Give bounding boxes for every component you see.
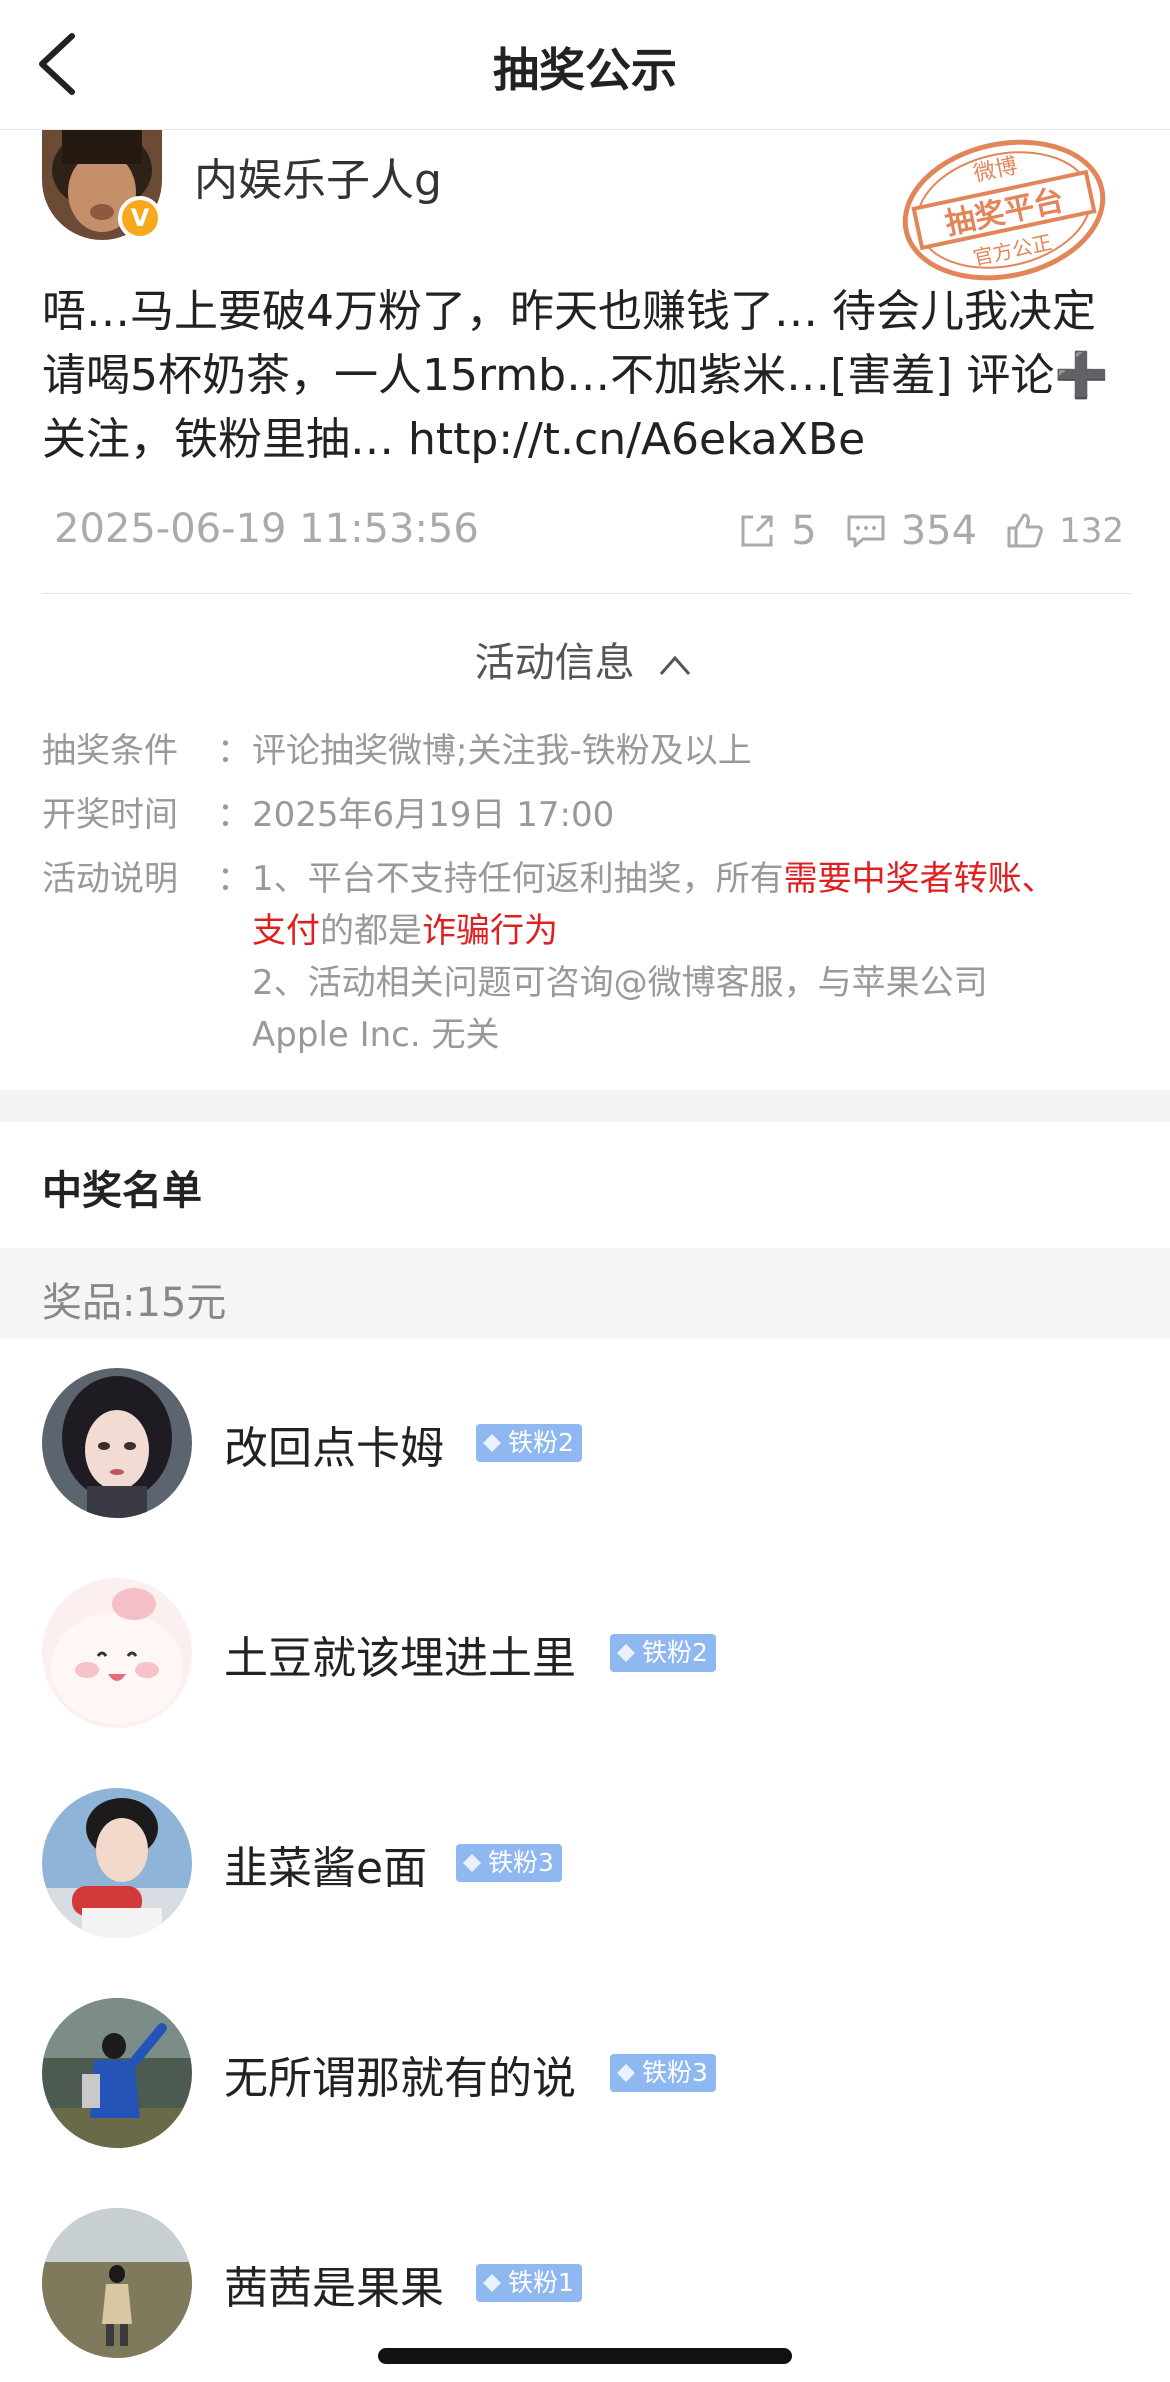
condition-row: 抽奖条件 ： 评论抽奖微博;关注我-铁粉及以上 bbox=[42, 725, 1132, 777]
diamond-icon bbox=[483, 2274, 501, 2292]
draw-time-value: 2025年6月19日 17:00 bbox=[252, 795, 615, 835]
diamond-icon bbox=[483, 1434, 501, 1452]
draw-time-row: 开奖时间 ： 2025年6月19日 17:00 bbox=[42, 789, 1132, 841]
diamond-icon bbox=[617, 1644, 635, 1662]
winner-item[interactable]: 改回点卡姆 铁粉2 bbox=[42, 1368, 1132, 1518]
winner-avatar[interactable] bbox=[42, 1368, 192, 1518]
chevron-up-icon bbox=[660, 655, 691, 675]
activity-info-toggle[interactable]: 活动信息 bbox=[0, 630, 1170, 690]
winner-name[interactable]: 韭菜酱e面 bbox=[224, 1832, 427, 1896]
fan-level-badge: 铁粉3 bbox=[610, 2054, 716, 2092]
fan-level-badge: 铁粉1 bbox=[476, 2264, 582, 2302]
winner-avatar[interactable] bbox=[42, 1998, 192, 2148]
plus-emoji-icon: ➕ bbox=[1054, 350, 1110, 401]
prize-bar: 奖品:15元 bbox=[0, 1248, 1170, 1338]
winner-item[interactable]: 无所谓那就有的说 铁粉3 bbox=[42, 1998, 1132, 2148]
description-line-3: 2、活动相关问题可咨询@微博客服，与苹果公司 bbox=[252, 963, 988, 1003]
fan-level-badge: 铁粉3 bbox=[456, 1844, 562, 1882]
description-line-1: 1、平台不支持任何返利抽奖，所有需要中奖者转账、 bbox=[252, 859, 1056, 899]
winner-item[interactable]: 韭菜酱e面 铁粉3 bbox=[42, 1788, 1132, 1938]
repost-count: 5 bbox=[791, 508, 817, 554]
post-stats: 5 354 132 bbox=[709, 506, 1124, 556]
colon: ： bbox=[217, 859, 251, 899]
section-separator bbox=[0, 1090, 1170, 1122]
post-timestamp: 2025-06-19 11:53:56 bbox=[54, 506, 479, 552]
prize-label: 奖品:15元 bbox=[42, 1280, 227, 1326]
page-title: 抽奖公示 bbox=[493, 43, 677, 97]
winner-name[interactable]: 土豆就该埋进土里 bbox=[224, 1622, 576, 1686]
condition-label: 抽奖条件 bbox=[42, 731, 178, 771]
winner-avatar[interactable] bbox=[42, 1788, 192, 1938]
author-name[interactable]: 内娱乐子人g bbox=[194, 144, 442, 208]
colon: ： bbox=[217, 731, 251, 771]
post-text-line: 请喝5杯奶茶，一人15rmb…不加紫米…[害羞] 评论➕ bbox=[42, 350, 1110, 401]
comment-button[interactable]: 354 bbox=[845, 508, 977, 554]
winner-avatar[interactable] bbox=[42, 1578, 192, 1728]
post-content: 唔…马上要破4万粉了，昨天也赚钱了… 待会儿我决定 请喝5杯奶茶，一人15rmb… bbox=[42, 280, 1132, 472]
description-line-4: Apple Inc. 无关 bbox=[252, 1015, 500, 1055]
repost-button[interactable]: 5 bbox=[737, 508, 817, 554]
condition-value: 评论抽奖微博;关注我-铁粉及以上 bbox=[252, 731, 752, 771]
diamond-icon bbox=[463, 1854, 481, 1872]
winner-item[interactable]: 茜茜是果果 铁粉1 bbox=[42, 2208, 1132, 2358]
diamond-icon bbox=[617, 2064, 635, 2082]
winner-name[interactable]: 改回点卡姆 bbox=[224, 1412, 444, 1476]
colon: ： bbox=[217, 795, 251, 835]
nav-bar: 抽奖公示 bbox=[0, 0, 1170, 130]
winner-name[interactable]: 无所谓那就有的说 bbox=[224, 2042, 576, 2106]
thumbs-up-icon bbox=[1007, 513, 1043, 548]
post-text-line: 唔…马上要破4万粉了，昨天也赚钱了… 待会儿我决定 bbox=[42, 286, 1096, 337]
like-count: 132 bbox=[1059, 511, 1124, 551]
like-button[interactable]: 132 bbox=[1005, 511, 1124, 551]
activity-info-label: 活动信息 bbox=[474, 640, 635, 686]
description-label: 活动说明 bbox=[42, 859, 178, 899]
winner-avatar[interactable] bbox=[42, 2208, 192, 2358]
draw-time-label: 开奖时间 bbox=[42, 795, 178, 835]
description-row: 活动说明 ： 1、平台不支持任何返利抽奖，所有需要中奖者转账、 支付的都是诈骗行… bbox=[42, 853, 1132, 1061]
post-text-line[interactable]: 关注，铁粉里抽… http://t.cn/A6ekaXBe bbox=[42, 408, 1132, 472]
activity-info: 抽奖条件 ： 评论抽奖微博;关注我-铁粉及以上 开奖时间 ： 2025年6月19… bbox=[42, 725, 1132, 1073]
winner-name[interactable]: 茜茜是果果 bbox=[224, 2252, 444, 2316]
repost-icon bbox=[741, 515, 773, 547]
official-lottery-stamp: 微博 抽奖平台 官方公正 bbox=[902, 139, 1106, 281]
fan-level-badge: 铁粉2 bbox=[476, 1424, 582, 1462]
winner-item[interactable]: 土豆就该埋进土里 铁粉2 bbox=[42, 1578, 1132, 1728]
comment-count: 354 bbox=[900, 508, 978, 554]
winners-title: 中奖名单 bbox=[42, 1168, 202, 1214]
divider bbox=[42, 593, 1132, 594]
description-line-2: 支付的都是诈骗行为 bbox=[252, 911, 558, 951]
description-value: 1、平台不支持任何返利抽奖，所有需要中奖者转账、 支付的都是诈骗行为 2、活动相… bbox=[252, 853, 1132, 1061]
fan-level-badge: 铁粉2 bbox=[610, 1634, 716, 1672]
verified-badge-icon: V bbox=[118, 196, 162, 240]
comment-icon bbox=[847, 515, 885, 548]
post-meta: 2025-06-19 11:53:56 5 354 132 bbox=[42, 500, 1132, 560]
home-indicator[interactable] bbox=[378, 2348, 792, 2364]
